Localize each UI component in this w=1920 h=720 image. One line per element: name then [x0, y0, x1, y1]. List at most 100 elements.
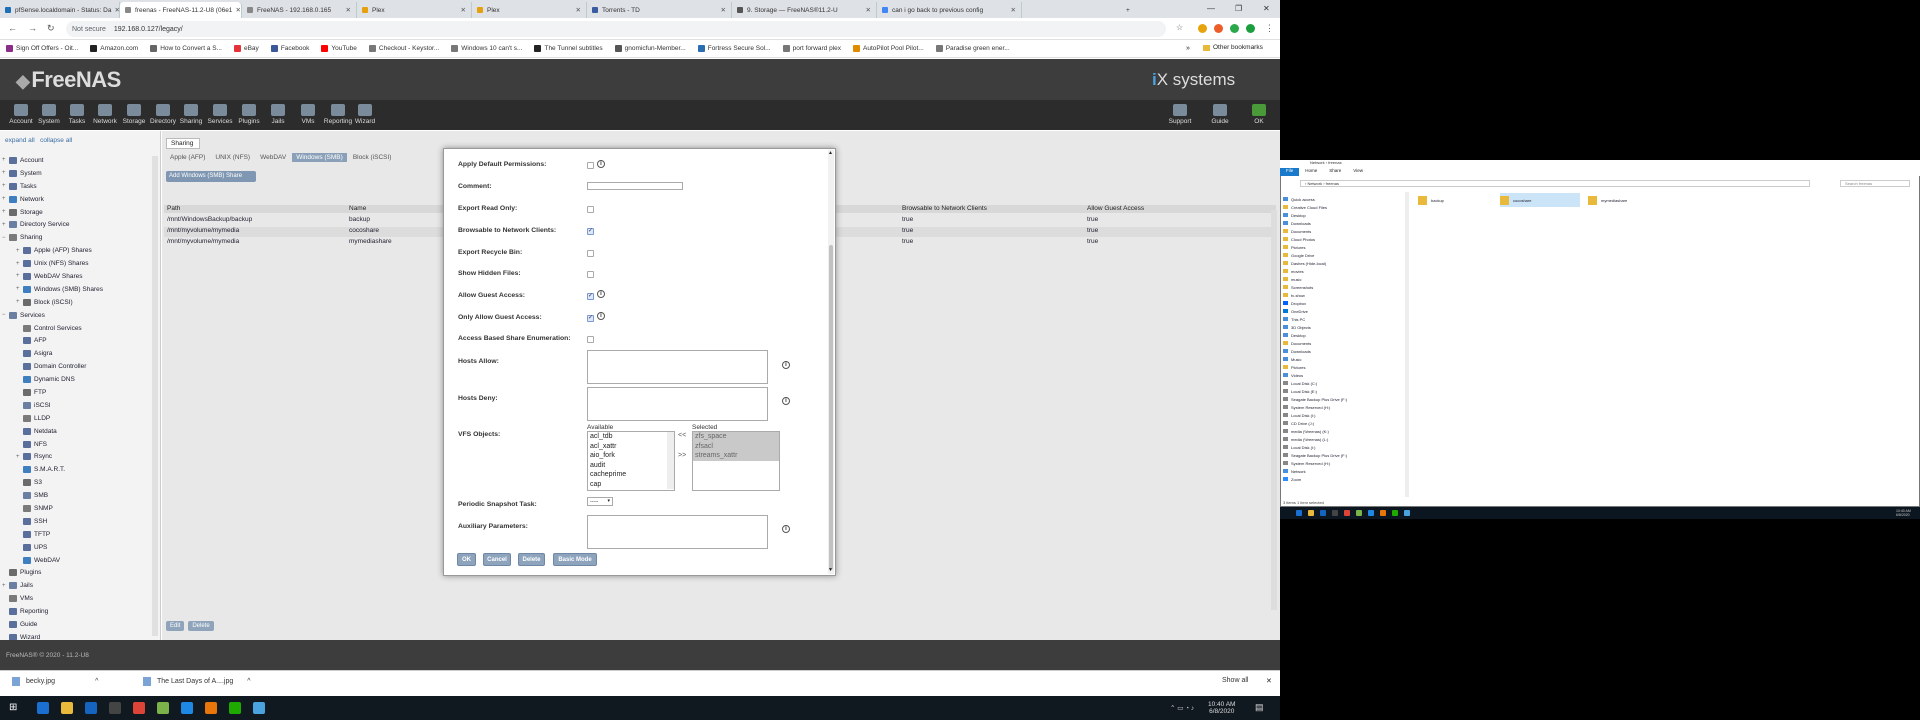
vfs-option[interactable]: audit [588, 461, 674, 471]
scroll-up-icon[interactable]: ▲ [828, 150, 833, 156]
star-icon[interactable]: ☆ [1176, 23, 1183, 32]
info-icon[interactable]: i [597, 160, 605, 168]
apply-default-permissions-checkbox[interactable] [587, 162, 594, 169]
subtab-windows-smb-[interactable]: Windows (SMB) [292, 153, 347, 162]
vfs-selected-option[interactable]: zfsacl [693, 441, 779, 452]
vfs-option[interactable]: acl_tdb [588, 432, 674, 442]
download-item[interactable]: The Last Days of A....jpg ^ [143, 677, 251, 686]
explorer-nav-item[interactable]: media (\\freenas) (K:) [1283, 427, 1403, 435]
explorer-nav-item[interactable]: Google Drive [1283, 251, 1403, 259]
comment-input[interactable] [587, 182, 683, 190]
tree-item-afp[interactable]: AFP [2, 334, 152, 347]
bookmark-item[interactable]: port forward plex [782, 45, 841, 52]
taskbar-app-icon[interactable] [133, 702, 145, 714]
toolbar-vms-button[interactable]: VMs [291, 104, 325, 125]
taskbar-app-icon[interactable] [61, 702, 73, 714]
tree-item-webdav[interactable]: WebDAV [2, 554, 152, 567]
tab-close-icon[interactable]: ✕ [111, 6, 119, 14]
main-scrollbar[interactable] [1271, 210, 1277, 610]
bookmark-item[interactable]: Checkout - Keystor... [368, 45, 439, 52]
expand-all-link[interactable]: expand all [5, 137, 35, 144]
explorer-nav-item[interactable]: Local Disk (C:) [1283, 379, 1403, 387]
other-bookmarks[interactable]: Other bookmarks [1203, 44, 1263, 51]
chevron-up-icon[interactable]: ^ [247, 678, 250, 685]
new-tab-button[interactable]: + [1121, 2, 1137, 18]
vfs-selected-list[interactable]: zfs_space zfsacl streams_xattr [692, 431, 780, 491]
toolbar-wizard-button[interactable]: Wizard [348, 104, 382, 125]
explorer-nav-item[interactable]: Dropbox [1283, 299, 1403, 307]
tree-item-control-services[interactable]: Control Services [2, 322, 152, 335]
info-icon[interactable]: i [597, 290, 605, 298]
export-recycle-bin-checkbox[interactable] [587, 250, 594, 257]
taskbar-app-icon[interactable] [229, 702, 241, 714]
tree-item-s-m-a-r-t-[interactable]: S.M.A.R.T. [2, 463, 152, 476]
explorer-nav-item[interactable]: Desktop [1283, 211, 1403, 219]
tree-item-s3[interactable]: S3 [2, 476, 152, 489]
export-read-only-checkbox[interactable] [587, 206, 594, 213]
explorer-nav-item[interactable]: Videos [1283, 371, 1403, 379]
tree-item-iscsi[interactable]: iSCSI [2, 399, 152, 412]
explorer-folder-item[interactable]: mymediashare [1588, 193, 1668, 207]
taskbar-app-icon[interactable] [157, 702, 169, 714]
taskbar-app-icon[interactable] [205, 702, 217, 714]
minimize-icon[interactable]: — [1207, 4, 1215, 13]
info-icon[interactable]: i [597, 312, 605, 320]
cancel-button[interactable]: Cancel [483, 553, 511, 566]
bookmark-item[interactable]: Windows 10 can't s... [451, 45, 522, 52]
basic-mode-button[interactable]: Basic Mode [553, 553, 597, 566]
tree-item-block-iscsi-[interactable]: + Block (iSCSI) [2, 296, 152, 309]
show-hidden-files-checkbox[interactable] [587, 271, 594, 278]
explorer-nav-item[interactable]: Desktop [1283, 331, 1403, 339]
explorer-nav-item[interactable]: OneDrive [1283, 307, 1403, 315]
tree-item-plugins[interactable]: Plugins [2, 567, 152, 580]
extension-icon[interactable] [1214, 24, 1223, 33]
windows-start-icon[interactable]: ⊞ [9, 702, 17, 713]
tree-item-account[interactable]: + Account [2, 154, 152, 167]
tree-expander-icon[interactable]: + [16, 299, 23, 305]
delete-share-button[interactable]: Delete [518, 553, 545, 566]
ok-button[interactable]: OK [457, 553, 476, 566]
vfs-selected-option[interactable]: streams_xattr [693, 451, 779, 461]
only-allow-guest-access-checkbox[interactable] [587, 314, 594, 322]
taskbar-app-icon[interactable] [181, 702, 193, 714]
taskbar-app-icon[interactable] [1344, 510, 1350, 516]
tree-item-netdata[interactable]: Netdata [2, 425, 152, 438]
column-header-guest[interactable]: Allow Guest Access [1087, 205, 1144, 212]
ribbon-tab[interactable]: Home [1299, 168, 1323, 176]
ribbon-tab[interactable]: Share [1323, 168, 1347, 176]
bookmark-item[interactable]: gnomicfun-Member... [614, 45, 686, 52]
tree-expander-icon[interactable]: + [2, 157, 9, 163]
bookmark-item[interactable]: Amazon.com [90, 45, 138, 52]
column-header-name[interactable]: Name [349, 205, 366, 212]
tree-item-sharing[interactable]: − Sharing [2, 231, 152, 244]
extension-key-icon[interactable] [1198, 24, 1207, 33]
tree-item-smb[interactable]: SMB [2, 489, 152, 502]
tree-item-storage[interactable]: + Storage [2, 206, 152, 219]
tree-item-reporting[interactable]: Reporting [2, 605, 152, 618]
ribbon-tab[interactable]: View [1347, 168, 1369, 176]
browser-tab[interactable]: pfSense.localdomain - Status: Da ✕ [0, 2, 120, 18]
tree-item-webdav-shares[interactable]: + WebDAV Shares [2, 270, 152, 283]
bookmark-item[interactable]: Sign Off Offers - Oit... [6, 45, 78, 52]
taskbar-app-icon[interactable] [109, 702, 121, 714]
explorer-nav-item[interactable]: movies [1283, 267, 1403, 275]
delete-button[interactable]: Delete [188, 621, 214, 631]
explorer-nav-item[interactable]: Seagate Backup Plus Drive (F:) [1283, 395, 1403, 403]
hosts-deny-textarea[interactable] [587, 387, 768, 421]
explorer-nav-item[interactable]: Network [1283, 467, 1403, 475]
tree-item-nfs[interactable]: NFS [2, 438, 152, 451]
tree-item-ups[interactable]: UPS [2, 541, 152, 554]
tab-close-icon[interactable]: ✕ [718, 6, 726, 14]
browser-tab[interactable]: can i go back to previous config ✕ [877, 2, 1022, 18]
bookmark-item[interactable]: eBay [233, 45, 259, 52]
system-tray-icons[interactable]: ⌃ ▭ ◔ ♪ [1170, 705, 1194, 712]
bookmark-item[interactable]: YouTube [321, 45, 357, 52]
tab-close-icon[interactable]: ✕ [343, 6, 351, 14]
explorer-nav-item[interactable]: 3D Objects [1283, 323, 1403, 331]
ribbon-tab[interactable]: File [1280, 168, 1300, 176]
taskbar-app-icon[interactable] [253, 702, 265, 714]
explorer-nav-item[interactable]: Local Disk (I:) [1283, 443, 1403, 451]
extension-shield-icon[interactable] [1246, 24, 1255, 33]
vfs-option[interactable]: cacheprime [588, 470, 674, 480]
periodic-snapshot-select[interactable]: ----- ▾ [587, 497, 613, 506]
